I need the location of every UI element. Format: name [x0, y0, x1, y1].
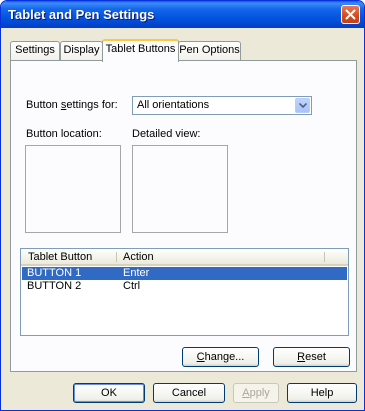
row-button-name: BUTTON 2 [27, 280, 82, 292]
tab-panel: Button settings for: All orientations Bu… [10, 60, 357, 372]
column-divider[interactable] [324, 252, 325, 262]
tab-pen-options[interactable]: Pen Options [178, 41, 241, 60]
ok-button[interactable]: OK [73, 383, 145, 403]
tab-tablet-buttons[interactable]: Tablet Buttons [102, 39, 179, 62]
row-button-name: BUTTON 1 [27, 267, 82, 279]
apply-button[interactable]: Apply [233, 383, 279, 403]
button-location-image [25, 145, 121, 233]
list-row-button-1[interactable]: BUTTON 1 Enter [22, 267, 347, 280]
dialog-window: Tablet and Pen Settings Settings Display… [0, 0, 365, 411]
reset-button[interactable]: Reset [273, 347, 350, 367]
tab-display-label: Display [63, 44, 100, 56]
button-location-label: Button location: [26, 128, 102, 140]
tablet-button-list[interactable]: Tablet Button Action BUTTON 1 Enter BUTT… [20, 248, 349, 336]
detailed-view-image [132, 145, 228, 233]
orientation-dropdown[interactable]: All orientations [132, 96, 312, 115]
cancel-button[interactable]: Cancel [153, 383, 225, 403]
orientation-dropdown-value: All orientations [137, 99, 210, 111]
close-button[interactable] [341, 5, 360, 24]
dialog-client: Settings Display Tablet Buttons Pen Opti… [4, 28, 361, 409]
help-button[interactable]: Help [287, 383, 357, 403]
change-button[interactable]: Change... [182, 347, 259, 367]
dropdown-arrow-button[interactable] [295, 98, 310, 113]
row-action: Ctrl [123, 280, 141, 292]
tab-pen-options-label: Pen Options [179, 44, 240, 56]
column-header-tablet-button[interactable]: Tablet Button [28, 251, 92, 263]
detailed-view-label: Detailed view: [132, 128, 201, 140]
list-header: Tablet Button Action [21, 249, 348, 266]
list-row-button-2[interactable]: BUTTON 2 Ctrl [22, 280, 347, 293]
tab-display[interactable]: Display [60, 41, 103, 60]
title-bar[interactable]: Tablet and Pen Settings [1, 1, 364, 28]
chevron-down-icon [299, 103, 307, 109]
window-title: Tablet and Pen Settings [8, 7, 155, 22]
column-header-action[interactable]: Action [123, 251, 154, 263]
close-icon [345, 9, 356, 20]
tab-settings[interactable]: Settings [10, 41, 60, 60]
tab-tablet-buttons-label: Tablet Buttons [105, 43, 176, 55]
column-divider[interactable] [116, 252, 117, 262]
tab-settings-label: Settings [15, 44, 55, 56]
row-action: Enter [123, 267, 150, 279]
button-settings-label: Button settings for: [26, 99, 118, 111]
